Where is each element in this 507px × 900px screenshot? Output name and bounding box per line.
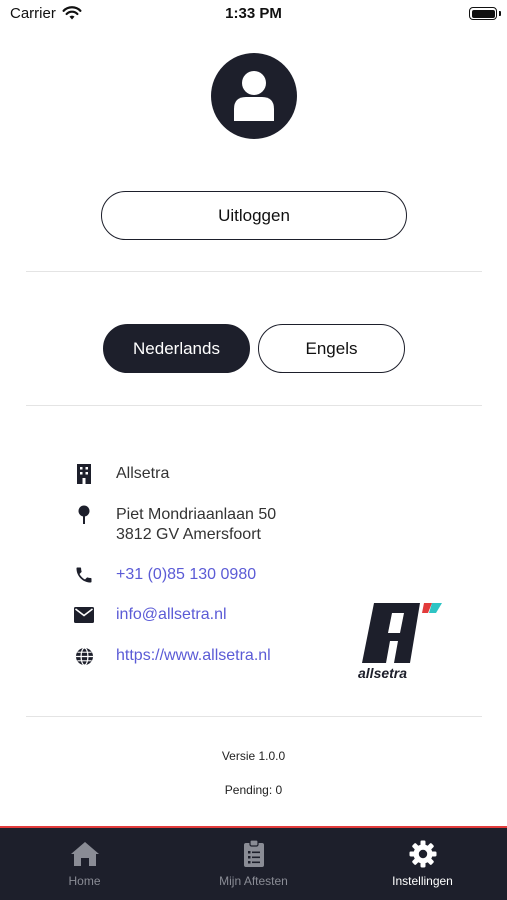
map-pin-icon: [70, 505, 98, 525]
building-icon: [70, 464, 98, 484]
gear-icon: [408, 840, 438, 868]
clipboard-icon: [239, 840, 269, 868]
phone-icon: [70, 565, 98, 585]
tab-mijn-aftesten-label: Mijn Aftesten: [219, 874, 288, 888]
phone-row[interactable]: +31 (0)85 130 0980: [70, 565, 256, 585]
email-link[interactable]: info@allsetra.nl: [116, 605, 227, 625]
status-bar: Carrier 1:33 PM: [0, 0, 507, 28]
envelope-icon: [70, 605, 98, 625]
tab-home[interactable]: Home: [0, 828, 169, 900]
clock: 1:33 PM: [225, 5, 282, 22]
email-row[interactable]: info@allsetra.nl: [70, 605, 227, 625]
allsetra-logo: allsetra: [358, 603, 442, 681]
tab-instellingen[interactable]: Instellingen: [338, 828, 507, 900]
divider: [26, 271, 482, 272]
address-row: Piet Mondriaanlaan 50 3812 GV Amersfoort: [70, 505, 276, 545]
address-line-2: 3812 GV Amersfoort: [116, 526, 261, 543]
version-label: Versie 1.0.0: [221, 749, 286, 763]
battery-icon: [469, 7, 497, 20]
tab-home-label: Home: [68, 874, 101, 888]
divider: [26, 405, 482, 406]
tab-bar: Home Mijn Aftesten Instellingen: [0, 826, 507, 900]
address: Piet Mondriaanlaan 50 3812 GV Amersfoort: [116, 505, 276, 545]
pending-label: Pending: 0: [224, 783, 283, 797]
logout-button[interactable]: Uitloggen: [101, 191, 407, 240]
tab-mijn-aftesten[interactable]: Mijn Aftesten: [169, 828, 338, 900]
divider: [26, 716, 482, 717]
website-link[interactable]: https://www.allsetra.nl: [116, 646, 271, 666]
company-row: Allsetra: [70, 464, 169, 484]
address-line-1: Piet Mondriaanlaan 50: [116, 506, 277, 523]
company-name: Allsetra: [116, 465, 170, 482]
battery-cap: [499, 11, 501, 16]
home-icon: [70, 840, 100, 868]
tab-instellingen-label: Instellingen: [392, 874, 453, 888]
globe-icon: [70, 646, 98, 666]
language-english-button[interactable]: Engels: [258, 324, 405, 373]
user-icon: [234, 71, 274, 121]
phone-link[interactable]: +31 (0)85 130 0980: [116, 565, 256, 585]
language-dutch-button[interactable]: Nederlands: [103, 324, 250, 373]
avatar: [211, 53, 297, 139]
logo-wordmark: allsetra: [358, 665, 407, 681]
website-row[interactable]: https://www.allsetra.nl: [70, 646, 271, 666]
